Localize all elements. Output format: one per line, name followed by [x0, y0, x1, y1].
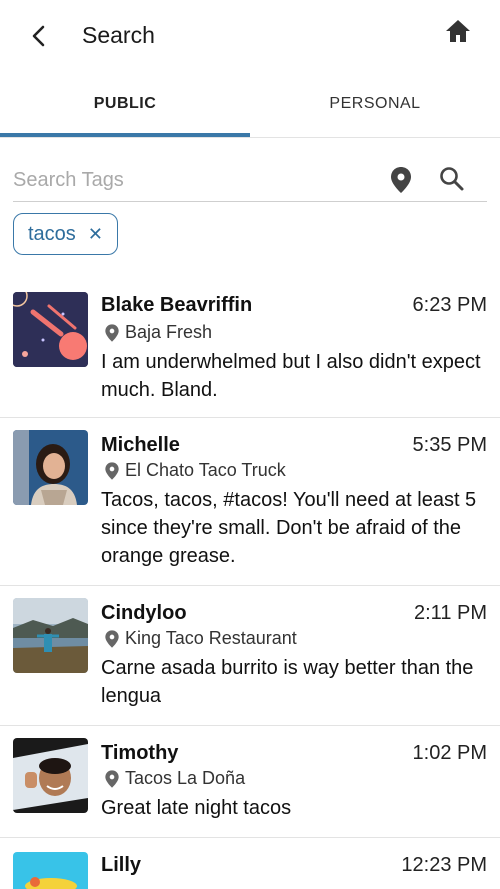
location-filter-button[interactable] — [389, 166, 417, 194]
post-author: Cindyloo — [101, 602, 187, 624]
tag-chip-label: tacos — [28, 222, 76, 245]
location-pin-icon — [391, 167, 411, 193]
post-author: Lilly — [101, 854, 142, 876]
post-time: 6:23 PM — [412, 294, 487, 316]
avatar — [13, 852, 88, 889]
avatar — [13, 292, 88, 367]
post-text: Tacos, tacos, #tacos! You'll need at lea… — [101, 489, 477, 567]
search-bar — [13, 158, 487, 202]
location-pin-icon — [105, 629, 119, 648]
close-icon[interactable]: ✕ — [88, 224, 103, 245]
post-author: Timothy — [101, 742, 179, 764]
post-time: 5:35 PM — [412, 434, 487, 456]
search-input[interactable] — [13, 164, 373, 196]
search-button[interactable] — [439, 166, 467, 194]
home-button[interactable] — [444, 18, 474, 48]
post-time: 2:11 PM — [414, 602, 487, 624]
location-pin-icon — [105, 461, 119, 480]
post-text: Carne asada burrito is way better than t… — [101, 657, 474, 707]
post-location-label: King Taco Restaurant — [125, 628, 297, 648]
avatar — [13, 598, 88, 673]
list-item[interactable]: Michelle 5:35 PM El Chato Taco Truck Tac… — [0, 418, 500, 586]
tab-public[interactable]: PUBLIC — [0, 72, 250, 136]
post-location[interactable]: King Taco Restaurant — [104, 628, 297, 649]
page-title: Search — [82, 22, 155, 48]
post-location-label: Baja Fresh — [125, 322, 213, 342]
post-location[interactable]: Tacos La Doña — [104, 768, 245, 789]
back-button[interactable] — [24, 18, 54, 54]
post-author: Blake Beavriffin — [101, 294, 253, 316]
avatar — [13, 738, 88, 813]
location-pin-icon — [105, 769, 119, 788]
post-location[interactable]: El Chato Taco Truck — [104, 460, 286, 481]
post-text: I am underwhelmed but I also didn't expe… — [101, 351, 481, 401]
tab-bar: PUBLIC PERSONAL — [0, 72, 500, 138]
post-location[interactable]: Baja Fresh — [104, 322, 212, 343]
list-item[interactable]: Blake Beavriffin 6:23 PM Baja Fresh I am… — [0, 276, 500, 418]
list-item[interactable]: Timothy 1:02 PM Tacos La Doña Great late… — [0, 726, 500, 838]
tab-personal[interactable]: PERSONAL — [250, 72, 500, 136]
tab-indicator — [0, 133, 250, 137]
app-bar: Search — [0, 0, 500, 72]
post-time: 12:23 PM — [401, 854, 487, 876]
search-icon — [440, 167, 464, 191]
post-text: Great late night tacos — [101, 797, 292, 819]
post-author: Michelle — [101, 434, 180, 456]
back-arrow-icon — [32, 25, 45, 47]
home-icon — [446, 20, 470, 42]
list-item[interactable]: Lilly 12:23 PM — [0, 838, 500, 889]
tag-chip[interactable]: tacos ✕ — [13, 213, 118, 255]
location-pin-icon — [105, 323, 119, 342]
avatar — [13, 430, 88, 505]
post-location-label: Tacos La Doña — [125, 768, 246, 788]
post-time: 1:02 PM — [412, 742, 487, 764]
post-location-label: El Chato Taco Truck — [125, 460, 286, 480]
list-item[interactable]: Cindyloo 2:11 PM King Taco Restaurant Ca… — [0, 586, 500, 726]
